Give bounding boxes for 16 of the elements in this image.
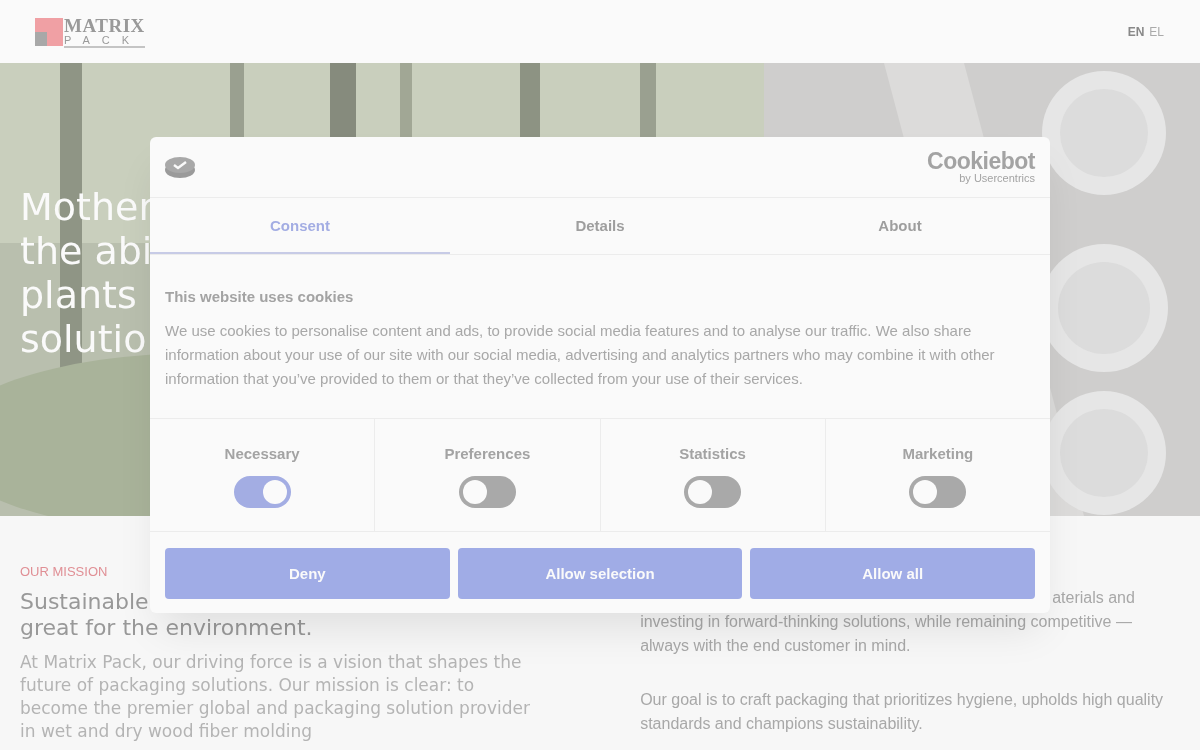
dialog-button[interactable]: Allow selection: [457, 548, 743, 599]
language-link[interactable]: EN: [1127, 24, 1145, 39]
dialog-button[interactable]: Deny: [165, 548, 450, 599]
language-link[interactable]: EL: [1149, 24, 1164, 39]
paragraph: Our goal is to craft packaging that prioritizes hygiene, upholds high quality standards and champions sustainability.: [640, 690, 1165, 734]
logo-text: MATRIX: [64, 15, 145, 35]
section-label: OUR MISSION: [20, 564, 108, 579]
brand-logo: Cookiebot: [927, 150, 1035, 173]
toggle-switch[interactable]: [909, 476, 967, 508]
toggle-label: Marketing: [902, 445, 974, 462]
paragraph: At Matrix Pack, our driving force is a vision that shapes the future of packaging solutions. Our mission is clear: to become the premier global and packaging solution provider in wet and dry wood fiber molding: [20, 651, 531, 743]
logo-subtext: PACK: [64, 34, 145, 48]
brand-subtext: by Usercentrics: [959, 173, 1035, 184]
dialog-button[interactable]: Allow all: [750, 548, 1035, 599]
dialog-tab[interactable]: About: [750, 198, 1050, 254]
logo-icon: [35, 17, 63, 46]
